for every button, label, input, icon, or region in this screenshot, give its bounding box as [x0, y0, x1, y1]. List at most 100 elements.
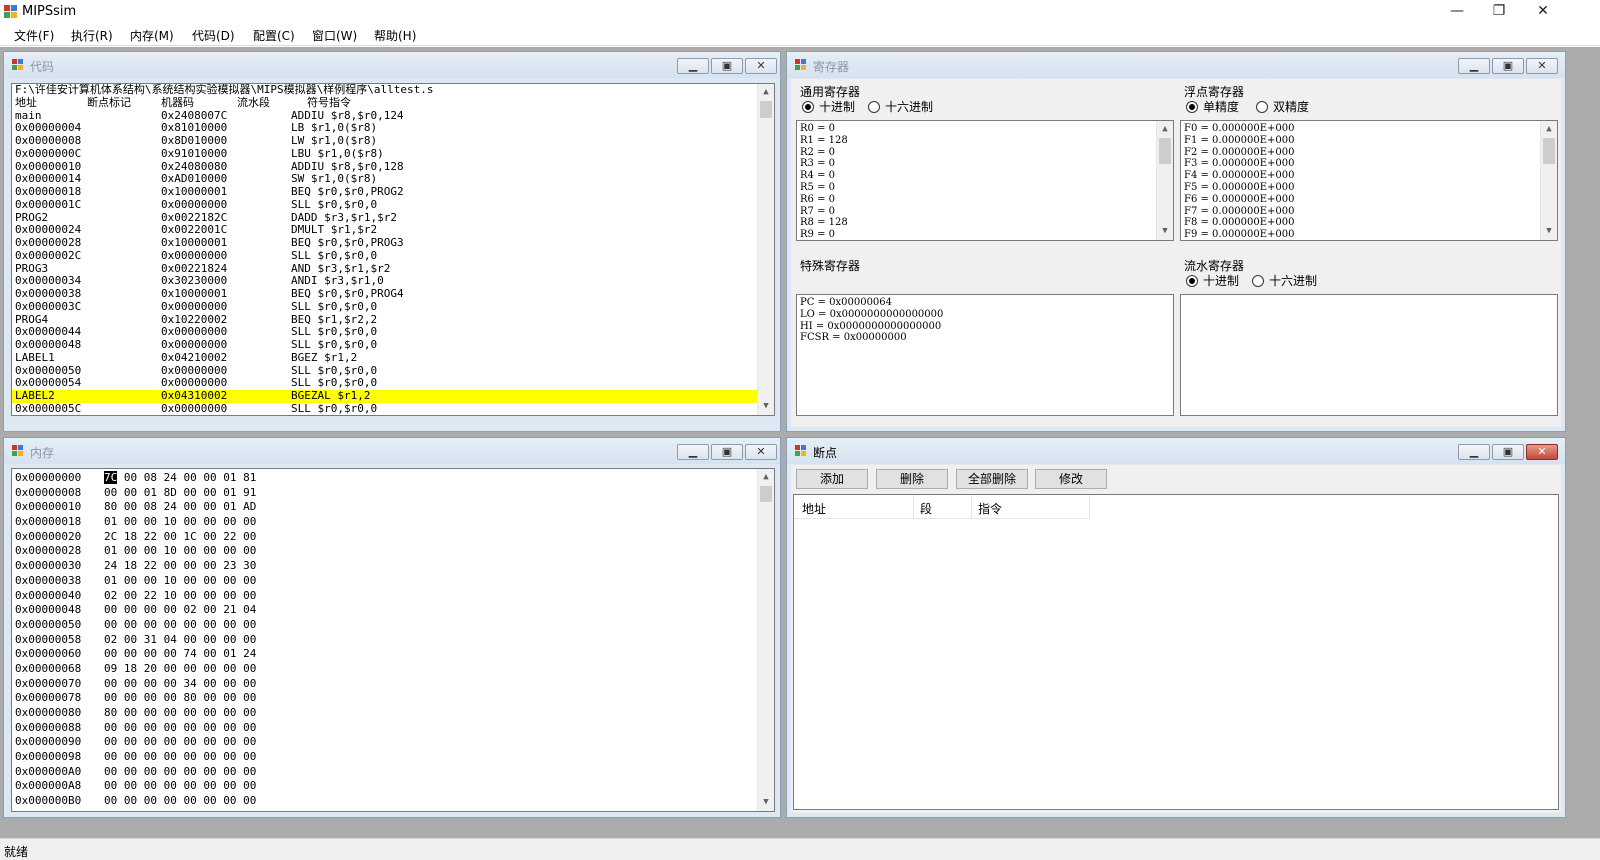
general-decimal-radio[interactable]: 十进制 [802, 99, 855, 115]
close-icon[interactable]: ✕ [1526, 58, 1558, 74]
restore-icon[interactable]: ▣ [1492, 58, 1524, 74]
special-register-list[interactable]: PC = 0x00000064 LO = 0x0000000000000000 HI… [796, 294, 1174, 416]
memory-row[interactable]: 0x00000068 09 18 20 00 00 00 00 00 [12, 662, 774, 677]
memory-listbox[interactable]: 0x00000000 7C 00 08 24 00 00 01 81 0x00000… [11, 468, 775, 812]
code-row[interactable]: 0x0000003C 0x00000000 SLL $r0,$r0,0 [12, 300, 774, 314]
memory-scrollbar[interactable]: ▲ ▼ [757, 469, 774, 811]
close-icon[interactable]: ✕ [745, 444, 777, 460]
menu-run[interactable]: 执行(R) [71, 27, 113, 44]
general-register-scrollbar[interactable]: ▲ ▼ [1156, 121, 1173, 240]
pipeline-register-list[interactable] [1180, 294, 1558, 416]
code-row[interactable]: 0x00000008 0x8D010000 LW $r1,0($r8) [12, 134, 774, 148]
memory-row[interactable]: 0x00000030 24 18 22 00 00 00 23 30 [12, 559, 774, 574]
minimize-icon[interactable]: ▁ [677, 58, 709, 74]
memory-row[interactable]: 0x000000A0 00 00 00 00 00 00 00 00 [12, 765, 774, 780]
code-row[interactable]: 0x00000028 0x10000001 BEQ $r0,$r0,PROG3 [12, 236, 774, 250]
code-row[interactable]: 0x0000005C 0x00000000 SLL $r0,$r0,0 [12, 402, 774, 415]
code-row[interactable]: 0x00000054 0x00000000 SLL $r0,$r0,0 [12, 376, 774, 390]
code-row[interactable]: PROG2 0x0022182C DADD $r3,$r1,$r2 [12, 211, 774, 225]
menu-config[interactable]: 配置(C) [253, 27, 295, 44]
minimize-icon[interactable]: ▁ [1458, 58, 1490, 74]
memory-row[interactable]: 0x00000008 00 00 01 8D 00 00 01 91 [12, 486, 774, 501]
general-hex-radio[interactable]: 十六进制 [868, 99, 933, 115]
restore-icon[interactable]: ▣ [711, 58, 743, 74]
code-row[interactable]: LABEL1 0x04210002 BGEZ $r1,2 [12, 351, 774, 365]
memory-row[interactable]: 0x00000090 00 00 00 00 00 00 00 00 [12, 735, 774, 750]
memory-row[interactable]: 0x00000078 00 00 00 00 80 00 00 00 [12, 691, 774, 706]
restore-icon[interactable]: ▣ [1492, 444, 1524, 460]
memory-row[interactable]: 0x00000020 2C 18 22 00 1C 00 22 00 [12, 530, 774, 545]
memory-row[interactable]: 0x00000040 02 00 22 10 00 00 00 00 [12, 589, 774, 604]
minimize-button[interactable]: — [1434, 0, 1480, 22]
pipeline-hex-radio[interactable]: 十六进制 [1252, 273, 1317, 289]
code-row[interactable]: LABEL2 0x04310002 BGEZAL $r1,2 [12, 389, 774, 403]
memory-row[interactable]: 0x00000098 00 00 00 00 00 00 00 00 [12, 750, 774, 765]
memory-row[interactable]: 0x00000060 00 00 00 00 74 00 01 24 [12, 647, 774, 662]
scroll-thumb[interactable] [1159, 138, 1171, 164]
code-row[interactable]: 0x0000002C 0x00000000 SLL $r0,$r0,0 [12, 249, 774, 263]
maximize-button[interactable]: ❐ [1476, 0, 1522, 22]
code-listbox[interactable]: F:\许佳安计算机体系结构\系统结构实验模拟器\MIPS模拟器\样例程序\all… [11, 83, 775, 416]
float-single-radio[interactable]: 单精度 [1186, 99, 1239, 115]
memory-row[interactable]: 0x000000B0 00 00 00 00 00 00 00 00 [12, 794, 774, 809]
scroll-thumb[interactable] [760, 486, 772, 502]
scroll-up-icon[interactable]: ▲ [758, 84, 774, 101]
breakpoint-list[interactable]: 地址 段 指令 [793, 494, 1559, 810]
scroll-down-icon[interactable]: ▼ [1157, 223, 1173, 240]
memory-row[interactable]: 0x00000048 00 00 00 00 02 00 21 04 [12, 603, 774, 618]
menu-file[interactable]: 文件(F) [14, 27, 54, 44]
float-register-list[interactable]: F0 = 0.000000E+000 F1 = 0.000000E+000 F2 =… [1180, 120, 1558, 241]
memory-row[interactable]: 0x00000000 7C 00 08 24 00 00 01 81 [12, 471, 774, 486]
menu-window[interactable]: 窗口(W) [312, 27, 357, 44]
memory-row[interactable]: 0x00000028 01 00 00 10 00 00 00 00 [12, 544, 774, 559]
memory-row[interactable]: 0x00000010 80 00 08 24 00 00 01 AD [12, 500, 774, 515]
code-row[interactable]: 0x00000038 0x10000001 BEQ $r0,$r0,PROG4 [12, 287, 774, 301]
minimize-icon[interactable]: ▁ [1458, 444, 1490, 460]
pipeline-decimal-radio[interactable]: 十进制 [1186, 273, 1239, 289]
modify-breakpoint-button[interactable]: 修改 [1035, 469, 1107, 489]
scroll-down-icon[interactable]: ▼ [758, 398, 774, 415]
scroll-thumb[interactable] [760, 101, 772, 118]
close-button[interactable]: ✕ [1520, 0, 1566, 22]
menu-memory[interactable]: 内存(M) [130, 27, 174, 44]
memory-row[interactable]: 0x00000038 01 00 00 10 00 00 00 00 [12, 574, 774, 589]
code-row[interactable]: 0x00000010 0x24080080 ADDIU $r8,$r0,128 [12, 160, 774, 174]
code-row[interactable]: 0x00000044 0x00000000 SLL $r0,$r0,0 [12, 325, 774, 339]
minimize-icon[interactable]: ▁ [677, 444, 709, 460]
menu-code[interactable]: 代码(D) [192, 27, 235, 44]
memory-row[interactable]: 0x00000080 80 00 00 00 00 00 00 00 [12, 706, 774, 721]
general-register-list[interactable]: R0 = 0 R1 = 128 R2 = 0 R3 = 0 R4 = 0 R5 = 0 R6… [796, 120, 1174, 241]
memory-row[interactable]: 0x00000058 02 00 31 04 00 00 00 00 [12, 633, 774, 648]
delete-breakpoint-button[interactable]: 删除 [876, 469, 948, 489]
scroll-up-icon[interactable]: ▲ [1157, 121, 1173, 138]
close-icon[interactable]: ✕ [745, 58, 777, 74]
code-row[interactable]: 0x0000000C 0x91010000 LBU $r1,0($r8) [12, 147, 774, 161]
code-row[interactable]: 0x00000018 0x10000001 BEQ $r0,$r0,PROG2 [12, 185, 774, 199]
memory-selected-byte[interactable]: 7C [104, 471, 118, 484]
scroll-thumb[interactable] [1543, 138, 1555, 164]
delete-all-breakpoints-button[interactable]: 全部删除 [956, 469, 1028, 489]
code-row[interactable]: PROG4 0x10220002 BEQ $r1,$r2,2 [12, 313, 774, 327]
code-row[interactable]: PROG3 0x00221824 AND $r3,$r1,$r2 [12, 262, 774, 276]
memory-row[interactable]: 0x000000A8 00 00 00 00 00 00 00 00 [12, 779, 774, 794]
menu-help[interactable]: 帮助(H) [374, 27, 416, 44]
code-row[interactable]: 0x00000050 0x00000000 SLL $r0,$r0,0 [12, 364, 774, 378]
scroll-up-icon[interactable]: ▲ [1541, 121, 1557, 138]
scroll-down-icon[interactable]: ▼ [758, 794, 774, 811]
float-register-scrollbar[interactable]: ▲ ▼ [1540, 121, 1557, 240]
scroll-down-icon[interactable]: ▼ [1541, 223, 1557, 240]
float-double-radio[interactable]: 双精度 [1256, 99, 1309, 115]
restore-icon[interactable]: ▣ [711, 444, 743, 460]
memory-row[interactable]: 0x00000088 00 00 00 00 00 00 00 00 [12, 721, 774, 736]
code-row[interactable]: 0x00000004 0x81010000 LB $r1,0($r8) [12, 121, 774, 135]
memory-row[interactable]: 0x00000018 01 00 00 10 00 00 00 00 [12, 515, 774, 530]
code-scrollbar[interactable]: ▲ ▼ [757, 84, 774, 415]
code-row[interactable]: 0x0000001C 0x00000000 SLL $r0,$r0,0 [12, 198, 774, 212]
memory-row[interactable]: 0x00000070 00 00 00 00 34 00 00 00 [12, 677, 774, 692]
scroll-up-icon[interactable]: ▲ [758, 469, 774, 486]
memory-row[interactable]: 0x00000050 00 00 00 00 00 00 00 00 [12, 618, 774, 633]
add-breakpoint-button[interactable]: 添加 [796, 469, 868, 489]
code-row[interactable]: 0x00000048 0x00000000 SLL $r0,$r0,0 [12, 338, 774, 352]
code-row[interactable]: main 0x2408007C ADDIU $r8,$r0,124 [12, 109, 774, 123]
close-icon[interactable]: ✕ [1526, 444, 1558, 460]
